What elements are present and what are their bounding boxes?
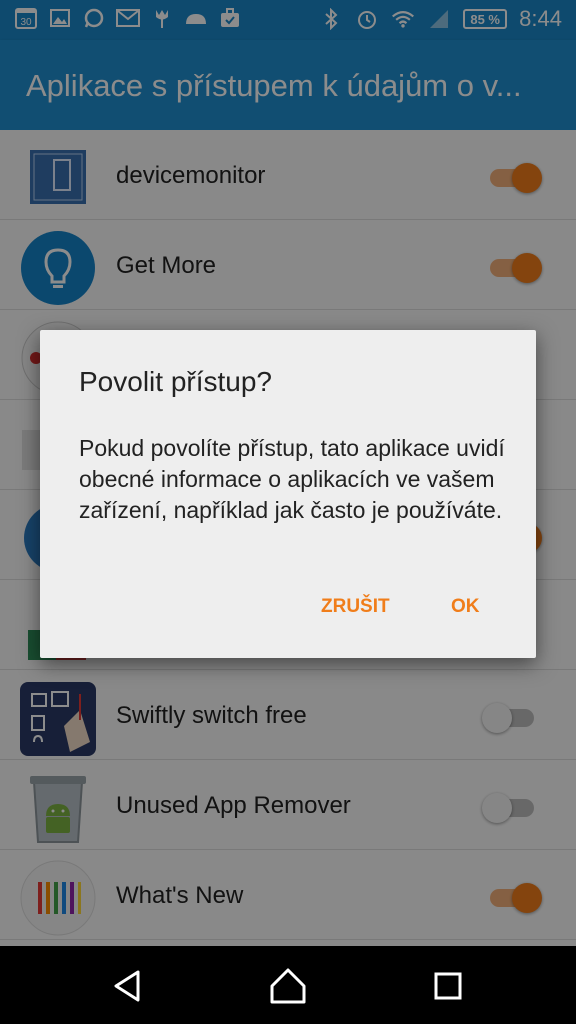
back-icon[interactable] <box>108 966 148 1006</box>
cancel-button[interactable]: ZRUŠIT <box>321 596 390 618</box>
dialog-title: Povolit přístup? <box>79 366 272 397</box>
ok-button[interactable]: OK <box>451 596 480 618</box>
navigation-bar <box>0 946 576 1024</box>
permission-dialog: Povolit přístup? Pokud povolíte přístup,… <box>40 330 536 658</box>
recents-icon[interactable] <box>428 966 468 1006</box>
dialog-message: Pokud povolíte přístup, tato aplikace uv… <box>79 435 505 523</box>
home-icon[interactable] <box>268 966 308 1006</box>
